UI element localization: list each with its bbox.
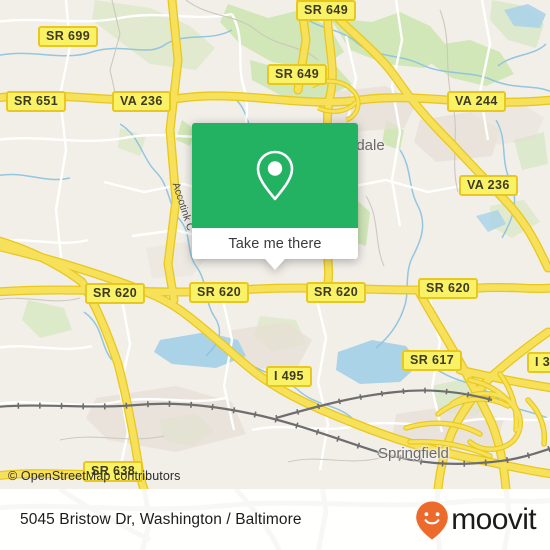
road-shield[interactable]: SR 620: [306, 282, 367, 303]
moovit-pin-icon: [416, 501, 449, 539]
road-shield[interactable]: VA 236: [112, 91, 171, 112]
footer-bar: 5045 Bristow Dr, Washington / Baltimore …: [0, 489, 550, 550]
popup-pointer: [265, 259, 285, 270]
road-shield[interactable]: SR 617: [402, 350, 463, 371]
map-canvas[interactable]: SR 649 SR 699 SR 649 SR 651 VA 236 VA 24…: [0, 0, 550, 489]
moovit-map-screen: SR 649 SR 699 SR 649 SR 651 VA 236 VA 24…: [0, 0, 550, 550]
take-me-there-button[interactable]: Take me there: [192, 228, 358, 270]
moovit-logo[interactable]: moovit: [415, 500, 537, 540]
road-shield[interactable]: VA 236: [459, 175, 518, 196]
location-address: 5045 Bristow Dr, Washington / Baltimore: [20, 510, 302, 528]
place-label-springfield: Springfield: [378, 445, 449, 462]
map-pin-icon: [256, 150, 294, 200]
road-shield[interactable]: SR 651: [6, 91, 67, 112]
road-shield[interactable]: VA 244: [447, 91, 506, 112]
road-shield[interactable]: SR 620: [189, 282, 250, 303]
popup-header: [192, 123, 358, 228]
road-shield[interactable]: SR 699: [38, 26, 99, 47]
map-attribution[interactable]: © OpenStreetMap contributors: [8, 469, 181, 483]
road-shield[interactable]: SR 620: [85, 283, 146, 304]
road-shield[interactable]: SR 620: [418, 278, 479, 299]
take-me-there-label: Take me there: [228, 235, 322, 252]
moovit-wordmark: moovit: [451, 502, 536, 536]
road-shield[interactable]: SR 649: [296, 0, 357, 21]
road-shield[interactable]: SR 649: [267, 64, 328, 85]
road-shield[interactable]: I 495: [266, 366, 312, 387]
road-shield[interactable]: I 395: [527, 352, 550, 373]
location-popup-card[interactable]: Take me there: [192, 123, 358, 270]
